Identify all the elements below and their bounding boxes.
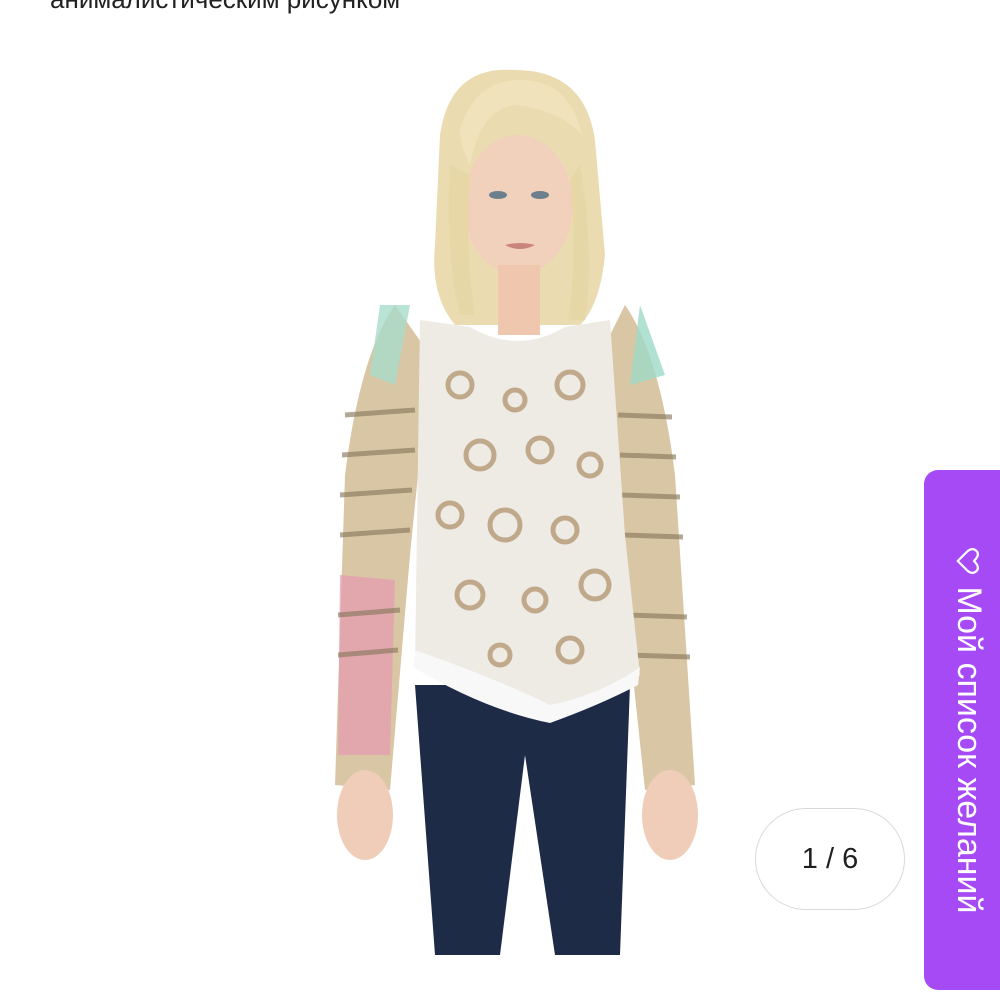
model-photo-illustration [335,69,698,955]
wishlist-tab-content: Мой список желаний [939,510,999,950]
wishlist-tab[interactable]: Мой список желаний [924,470,1000,990]
product-title: анималистическим рисунком [50,0,400,15]
image-counter-text: 1 / 6 [801,842,859,875]
wishlist-label: Мой список желаний [950,586,989,914]
product-page: анималистическим рисунком [0,0,1000,1000]
heart-outline-icon [954,546,984,576]
product-image[interactable] [300,55,720,955]
image-counter[interactable]: 1 / 6 [755,808,905,910]
